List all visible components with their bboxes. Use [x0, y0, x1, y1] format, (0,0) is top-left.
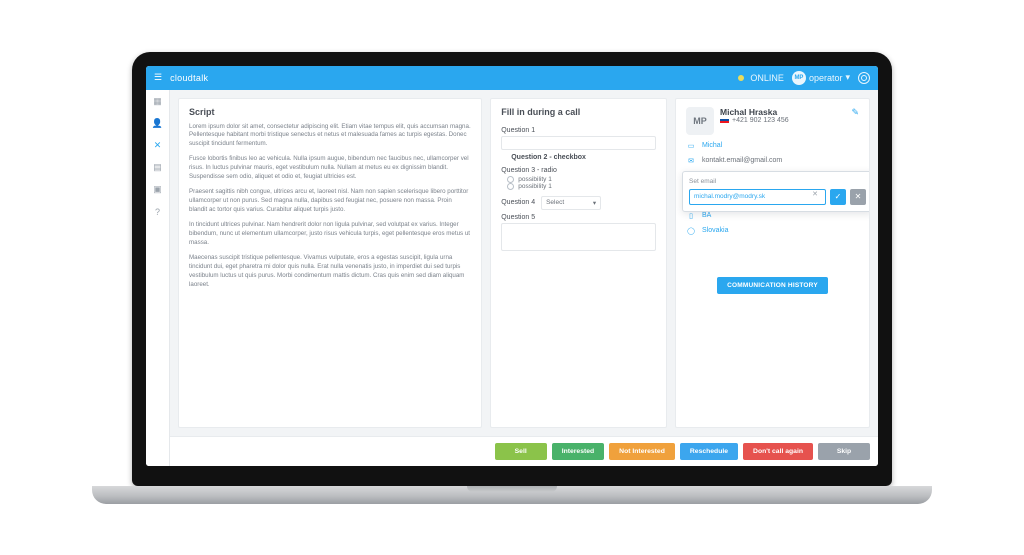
field-value: kontakt.email@gmail.com — [702, 157, 782, 164]
brand-logo: cloudtalk — [170, 73, 208, 83]
script-panel: Script Lorem ipsum dolor sit amet, conse… — [178, 98, 482, 428]
script-paragraph: Fusce lobortis finibus leo ac vehicula. … — [189, 155, 471, 182]
q1-label: Question 1 — [501, 127, 656, 134]
app-screen: ☰ cloudtalk ONLINE MP operator ▾ — [146, 66, 878, 466]
topbar: ☰ cloudtalk ONLINE MP operator ▾ — [146, 66, 878, 90]
q4-label: Question 4 — [501, 199, 535, 206]
popover-confirm-button[interactable]: ✓ — [830, 189, 846, 205]
radio-icon — [507, 183, 514, 190]
fill-title: Fill in during a call — [501, 107, 656, 117]
globe-icon: ◯ — [686, 227, 696, 235]
panel-row: Script Lorem ipsum dolor sit amet, conse… — [170, 90, 878, 436]
laptop-base — [92, 486, 932, 504]
q1-input[interactable] — [501, 136, 656, 150]
popover-title: Set email — [689, 178, 866, 185]
status-dot-icon — [738, 75, 744, 81]
user-icon[interactable]: 👤 — [152, 118, 164, 130]
contact-name: Michal Hraska — [720, 107, 845, 117]
popover-cancel-button[interactable]: ✕ — [850, 189, 866, 205]
script-paragraph: In tincidunt ultrices pulvinar. Nam hend… — [189, 221, 471, 248]
dashboard-icon[interactable]: ▦ — [152, 96, 164, 108]
field-country[interactable]: ◯ Slovakia — [686, 227, 859, 235]
avatar-icon: MP — [792, 71, 806, 85]
user-menu[interactable]: MP operator ▾ — [792, 71, 850, 85]
mail-icon: ✉ — [686, 157, 696, 165]
edit-icon[interactable]: ✎ — [851, 107, 859, 118]
gear-icon — [858, 72, 870, 84]
building-icon: ▯ — [686, 212, 696, 220]
communication-history-button[interactable]: COMMUNICATION HISTORY — [717, 277, 828, 294]
script-paragraph: Maecenas suscipit tristique pellentesque… — [189, 254, 471, 290]
popover-email-input[interactable] — [689, 189, 826, 205]
calendar-icon[interactable]: ▣ — [152, 184, 164, 196]
interested-button[interactable]: Interested — [552, 443, 604, 460]
q5-input[interactable] — [501, 223, 656, 251]
dont-call-button[interactable]: Don't call again — [743, 443, 813, 460]
user-menu-label: operator — [809, 73, 843, 83]
contact-phone-row: +421 902 123 456 — [720, 117, 845, 124]
chevron-down-icon: ▾ — [593, 199, 596, 207]
chevron-down-icon: ▾ — [845, 72, 850, 83]
field-first-name[interactable]: ▭ Michal — [686, 142, 859, 150]
field-value: Slovakia — [702, 227, 728, 234]
radio-label: possibility 1 — [518, 176, 552, 183]
contact-phone: +421 902 123 456 — [732, 117, 789, 124]
contact-header: MP Michal Hraska +421 902 123 456 ✎ — [686, 107, 859, 135]
app-body: ▦ 👤 ✕ ▤ ▣ ? Script Lorem ipsum dolor sit… — [146, 90, 878, 466]
screen-bezel: ☰ cloudtalk ONLINE MP operator ▾ — [132, 52, 892, 486]
main-area: Script Lorem ipsum dolor sit amet, conse… — [170, 90, 878, 466]
laptop-frame: ☰ cloudtalk ONLINE MP operator ▾ — [132, 52, 892, 504]
q3-label: Question 3 - radio — [501, 167, 656, 174]
help-icon[interactable]: ? — [152, 206, 164, 218]
q3-option-2[interactable]: possibility 1 — [507, 183, 656, 190]
list-icon[interactable]: ▤ — [152, 162, 164, 174]
fill-panel: Fill in during a call Question 1 Questio… — [490, 98, 667, 428]
q5-label: Question 5 — [501, 214, 656, 221]
campaign-icon[interactable]: ✕ — [152, 140, 164, 152]
contact-panel: MP Michal Hraska +421 902 123 456 ✎ — [675, 98, 870, 428]
sell-button[interactable]: Sell — [495, 443, 547, 460]
clear-icon[interactable]: ✕ — [812, 190, 818, 198]
field-value: BA — [702, 212, 711, 219]
card-icon: ▭ — [686, 142, 696, 150]
action-footer: Sell Interested Not Interested Reschedul… — [170, 436, 878, 466]
status-indicator[interactable]: ONLINE — [738, 73, 784, 83]
q4-select[interactable]: Select ▾ — [541, 196, 601, 210]
field-email[interactable]: ✉ kontakt.email@gmail.com — [686, 157, 859, 165]
select-value: Select — [546, 199, 564, 206]
reschedule-button[interactable]: Reschedule — [680, 443, 738, 460]
flag-icon — [720, 117, 729, 123]
radio-label: possibility 1 — [518, 183, 552, 190]
skip-button[interactable]: Skip — [818, 443, 870, 460]
q2-label: Question 2 - checkbox — [511, 154, 656, 161]
script-paragraph: Praesent sagittis nibh congue, ultrices … — [189, 188, 471, 215]
field-value: Michal — [702, 142, 722, 149]
menu-icon[interactable]: ☰ — [154, 72, 162, 83]
contact-avatar: MP — [686, 107, 714, 135]
status-text: ONLINE — [750, 73, 784, 83]
script-title: Script — [189, 107, 471, 117]
script-paragraph: Lorem ipsum dolor sit amet, consectetur … — [189, 123, 471, 150]
not-interested-button[interactable]: Not Interested — [609, 443, 675, 460]
settings-button[interactable] — [858, 72, 870, 84]
field-city[interactable]: ▯ BA — [686, 212, 859, 220]
set-email-popover: Set email ✕ ✓ ✕ — [682, 171, 870, 212]
radio-icon — [507, 176, 514, 183]
left-sidebar: ▦ 👤 ✕ ▤ ▣ ? — [146, 90, 170, 466]
q3-option-1[interactable]: possibility 1 — [507, 176, 656, 183]
